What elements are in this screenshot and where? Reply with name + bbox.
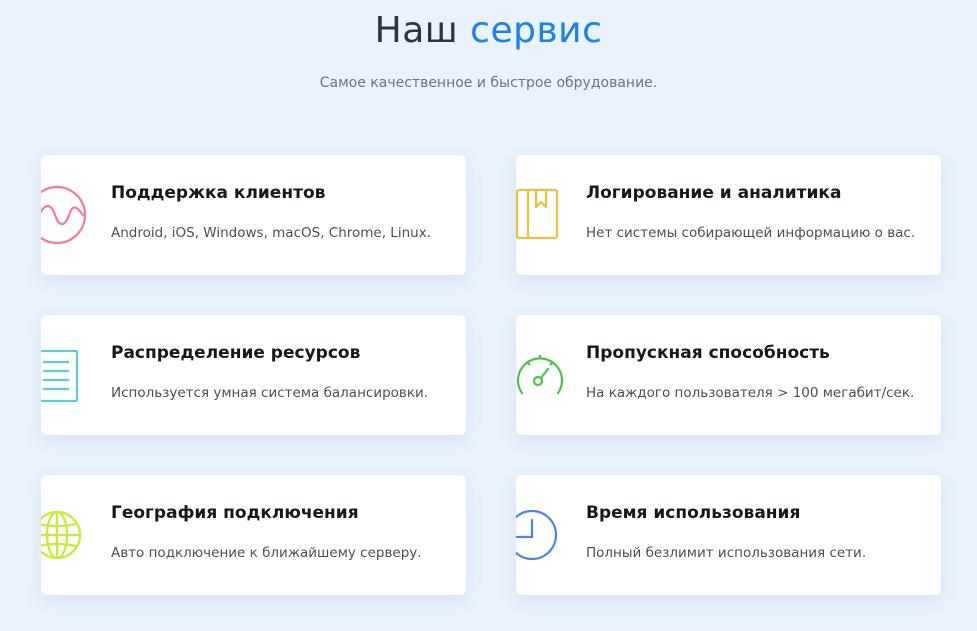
card-title: Время использования	[586, 503, 801, 523]
card-description: Полный безлимит использования сети.	[586, 545, 867, 561]
card-description: На каждого пользователя > 100 мегабит/се…	[586, 385, 915, 401]
card-description: Нет системы собирающей информацию о вас.	[586, 225, 916, 241]
book-bookmark-icon	[516, 185, 576, 245]
clock-icon	[516, 505, 576, 565]
section-subtitle: Самое качественное и быстрое обрудование…	[319, 75, 658, 91]
card-title: Поддержка клиентов	[111, 183, 326, 203]
section-title-main: Наш	[374, 10, 459, 51]
card-title: Распределение ресурсов	[111, 343, 361, 363]
section-title: Наш сервис	[0, 10, 977, 51]
speedometer-icon	[516, 345, 576, 405]
feature-card-time: Время использования Полный безлимит испо…	[516, 475, 941, 595]
feature-card-bandwidth: Пропускная способность На каждого пользо…	[516, 315, 941, 435]
globe-icon	[41, 505, 101, 565]
feature-card-support: Поддержка клиентов Android, iOS, Windows…	[41, 155, 466, 275]
feature-card-resources: Распределение ресурсов Используется умна…	[41, 315, 466, 435]
card-title: Пропускная способность	[586, 343, 830, 363]
feature-card-geography: География подключения Авто подключение к…	[41, 475, 466, 595]
card-description: Авто подключение к ближайшему серверу.	[111, 545, 422, 561]
document-lines-icon	[41, 345, 101, 405]
card-title: География подключения	[111, 503, 359, 523]
section-title-accent: сервис	[470, 10, 603, 51]
feature-card-logging: Логирование и аналитика Нет системы соби…	[516, 155, 941, 275]
card-description: Android, iOS, Windows, macOS, Chrome, Li…	[111, 225, 431, 241]
card-description: Используется умная система балансировки.	[111, 385, 429, 401]
waveform-circle-icon	[41, 185, 101, 245]
card-title: Логирование и аналитика	[586, 183, 842, 203]
